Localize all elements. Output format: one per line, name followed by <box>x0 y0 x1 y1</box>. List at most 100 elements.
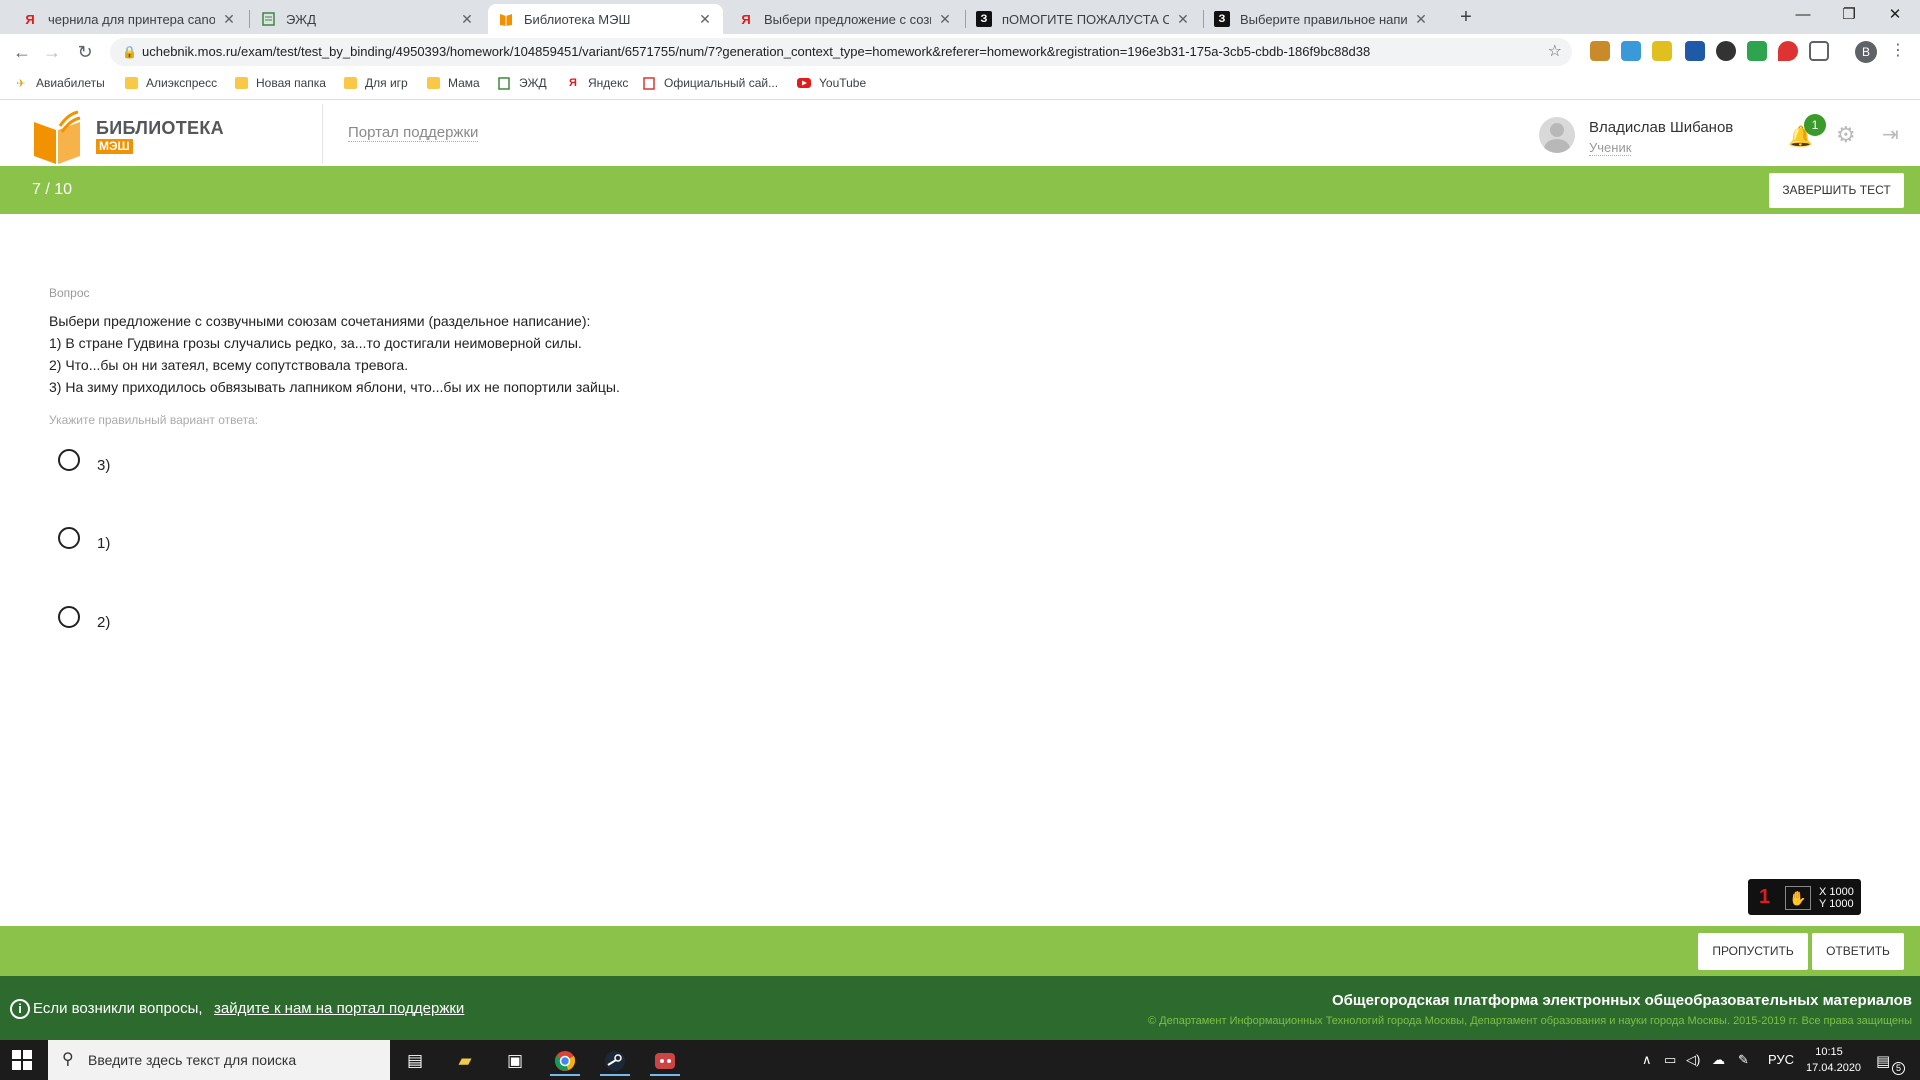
close-icon[interactable]: ✕ <box>697 11 713 28</box>
browser-tab-6[interactable]: З Выберите правильное написан ✕ <box>1204 4 1439 34</box>
close-icon[interactable]: ✕ <box>221 11 237 28</box>
search-icon: ⚲ <box>62 1051 74 1068</box>
url-text: uchebnik.mos.ru/exam/test/test_by_bindin… <box>142 44 1371 59</box>
folder-icon <box>124 76 138 90</box>
logout-icon[interactable]: ⇥ <box>1882 122 1899 147</box>
battery-icon[interactable]: ▭ <box>1664 1052 1676 1068</box>
reload-icon[interactable]: ↻ <box>72 40 98 66</box>
footer-copyright: © Департамент Информационных Технологий … <box>1148 1015 1912 1027</box>
browser-menu-icon[interactable]: ⋮ <box>1890 40 1906 60</box>
file-explorer-icon[interactable]: ▰ <box>450 1046 480 1076</box>
chrome-icon[interactable] <box>550 1046 580 1076</box>
finish-test-button[interactable]: ЗАВЕРШИТЬ ТЕСТ <box>1769 173 1904 208</box>
gear-icon[interactable]: ⚙ <box>1836 122 1856 148</box>
answer-hint: Укажите правильный вариант ответа: <box>49 413 259 427</box>
browser-tab-4[interactable]: Я Выбери предложение с созвуч ✕ <box>728 4 963 34</box>
coordinate-overlay-widget[interactable]: 1 ✋ X 1000 Y 1000 <box>1748 879 1861 915</box>
notification-count-badge: 5 <box>1892 1062 1905 1075</box>
footer-support-link[interactable]: зайдите к нам на портал поддержки <box>214 1000 464 1017</box>
pen-icon[interactable]: ✎ <box>1738 1052 1749 1068</box>
radio-button[interactable] <box>58 527 80 549</box>
skip-button[interactable]: ПРОПУСТИТЬ <box>1698 933 1808 970</box>
bookmark-official-site[interactable]: Официальный сай... <box>642 76 778 90</box>
close-icon[interactable]: ✕ <box>459 11 475 28</box>
minimize-icon[interactable]: — <box>1780 0 1826 32</box>
steam-icon[interactable] <box>600 1046 630 1076</box>
shield-icon[interactable] <box>1747 41 1767 61</box>
browser-tab-3[interactable]: Библиотека МЭШ ✕ <box>488 4 723 34</box>
logo-subtitle[interactable]: МЭШ <box>96 139 133 154</box>
windows-start-icon[interactable] <box>12 1050 32 1070</box>
logo-title[interactable]: БИБЛИОТЕКА <box>96 118 224 139</box>
bookmark-youtube[interactable]: YouTube <box>797 76 866 90</box>
notification-center-icon[interactable]: ▤ <box>1876 1052 1890 1070</box>
user-name[interactable]: Владислав Шибанов <box>1589 119 1733 136</box>
taskbar-search-input[interactable]: ⚲ Введите здесь текст для поиска <box>48 1040 390 1080</box>
close-window-icon[interactable]: ✕ <box>1872 0 1918 32</box>
tab-title: ЭЖД <box>286 11 316 27</box>
option-label[interactable]: 1) <box>97 535 110 552</box>
taskbar-clock[interactable]: 10:15 17.04.2020 <box>1806 1044 1861 1076</box>
answer-option-3[interactable]: 2) <box>58 606 110 631</box>
browser-tab-5[interactable]: З пОМОГИТЕ ПОЖАЛУСТА С ТЕС ✕ <box>966 4 1201 34</box>
document-icon <box>497 76 511 90</box>
user-avatar[interactable] <box>1539 117 1575 153</box>
tab-title: пОМОГИТЕ ПОЖАЛУСТА С ТЕС <box>1002 11 1169 27</box>
task-view-icon[interactable]: ▤ <box>400 1046 430 1076</box>
support-portal-link[interactable]: Портал поддержки <box>348 124 479 142</box>
media-icon[interactable] <box>1809 41 1829 61</box>
bookmark-new-folder[interactable]: Новая папка <box>234 76 326 90</box>
browser-tab-2[interactable]: ЭЖД ✕ <box>250 4 485 34</box>
book-icon <box>498 11 514 27</box>
folder-icon <box>234 76 248 90</box>
extension-icon[interactable] <box>1590 41 1610 61</box>
bookmark-yandex[interactable]: Я Яндекс <box>566 76 628 90</box>
maximize-icon[interactable]: ❐ <box>1826 0 1872 32</box>
hand-icon: ✋ <box>1785 886 1811 910</box>
user-role[interactable]: Ученик <box>1589 140 1632 156</box>
bookmark-ezhd[interactable]: ЭЖД <box>497 76 547 90</box>
pin-icon[interactable] <box>1778 41 1798 61</box>
back-icon[interactable]: ← <box>9 40 35 66</box>
extension-icon[interactable] <box>1652 41 1672 61</box>
bookmark-aliexpress[interactable]: Алиэкспресс <box>124 76 217 90</box>
close-icon[interactable]: ✕ <box>937 11 953 28</box>
yandex-icon: Я <box>741 11 751 27</box>
answer-option-2[interactable]: 1) <box>58 527 110 552</box>
address-bar[interactable]: 🔒 uchebnik.mos.ru/exam/test/test_by_bind… <box>110 38 1572 66</box>
znanija-icon: З <box>976 11 992 27</box>
screen: Я чернила для принтера canon pi ✕ ЭЖД ✕ … <box>0 0 1920 1080</box>
forward-icon[interactable]: → <box>39 40 65 66</box>
extension-icon[interactable] <box>1685 41 1705 61</box>
store-icon[interactable]: ▣ <box>500 1046 530 1076</box>
answer-option-1[interactable]: 3) <box>58 449 110 474</box>
bookmark-aviabilety[interactable]: ✈ Авиабилеты <box>14 76 104 90</box>
close-icon[interactable]: ✕ <box>1413 11 1429 28</box>
profile-avatar[interactable]: B <box>1855 41 1877 63</box>
youtube-icon <box>797 76 811 90</box>
extension-icon[interactable] <box>1716 41 1736 61</box>
game-app-icon[interactable] <box>650 1046 680 1076</box>
answer-button[interactable]: ОТВЕТИТЬ <box>1812 933 1904 970</box>
cloud-icon[interactable]: ☁ <box>1712 1052 1725 1068</box>
question-text: Выбери предложение с созвучными союзам с… <box>49 313 591 329</box>
star-icon[interactable]: ☆ <box>1548 38 1562 66</box>
option-label[interactable]: 3) <box>97 457 110 474</box>
widget-glyph: 1 <box>1759 886 1771 908</box>
extension-icon[interactable] <box>1621 41 1641 61</box>
browser-tab-1[interactable]: Я чернила для принтера canon pi ✕ <box>12 4 247 34</box>
close-icon[interactable]: ✕ <box>1175 11 1191 28</box>
library-logo-icon[interactable] <box>32 110 82 165</box>
radio-button[interactable] <box>58 606 80 628</box>
radio-button[interactable] <box>58 449 80 471</box>
new-tab-button[interactable]: + <box>1454 6 1478 30</box>
footer-platform-title: Общегородская платформа электронных обще… <box>1332 992 1912 1009</box>
language-indicator[interactable]: РУС <box>1768 1052 1794 1067</box>
bookmark-mama[interactable]: Мама <box>426 76 480 90</box>
bookmark-for-games[interactable]: Для игр <box>343 76 408 90</box>
progress-bar <box>0 166 1920 214</box>
option-label[interactable]: 2) <box>97 614 110 631</box>
chevron-up-icon[interactable]: ∧ <box>1642 1052 1652 1068</box>
question-line: 1) В стране Гудвина грозы случались редк… <box>49 335 582 351</box>
volume-icon[interactable]: ◁) <box>1686 1052 1700 1068</box>
